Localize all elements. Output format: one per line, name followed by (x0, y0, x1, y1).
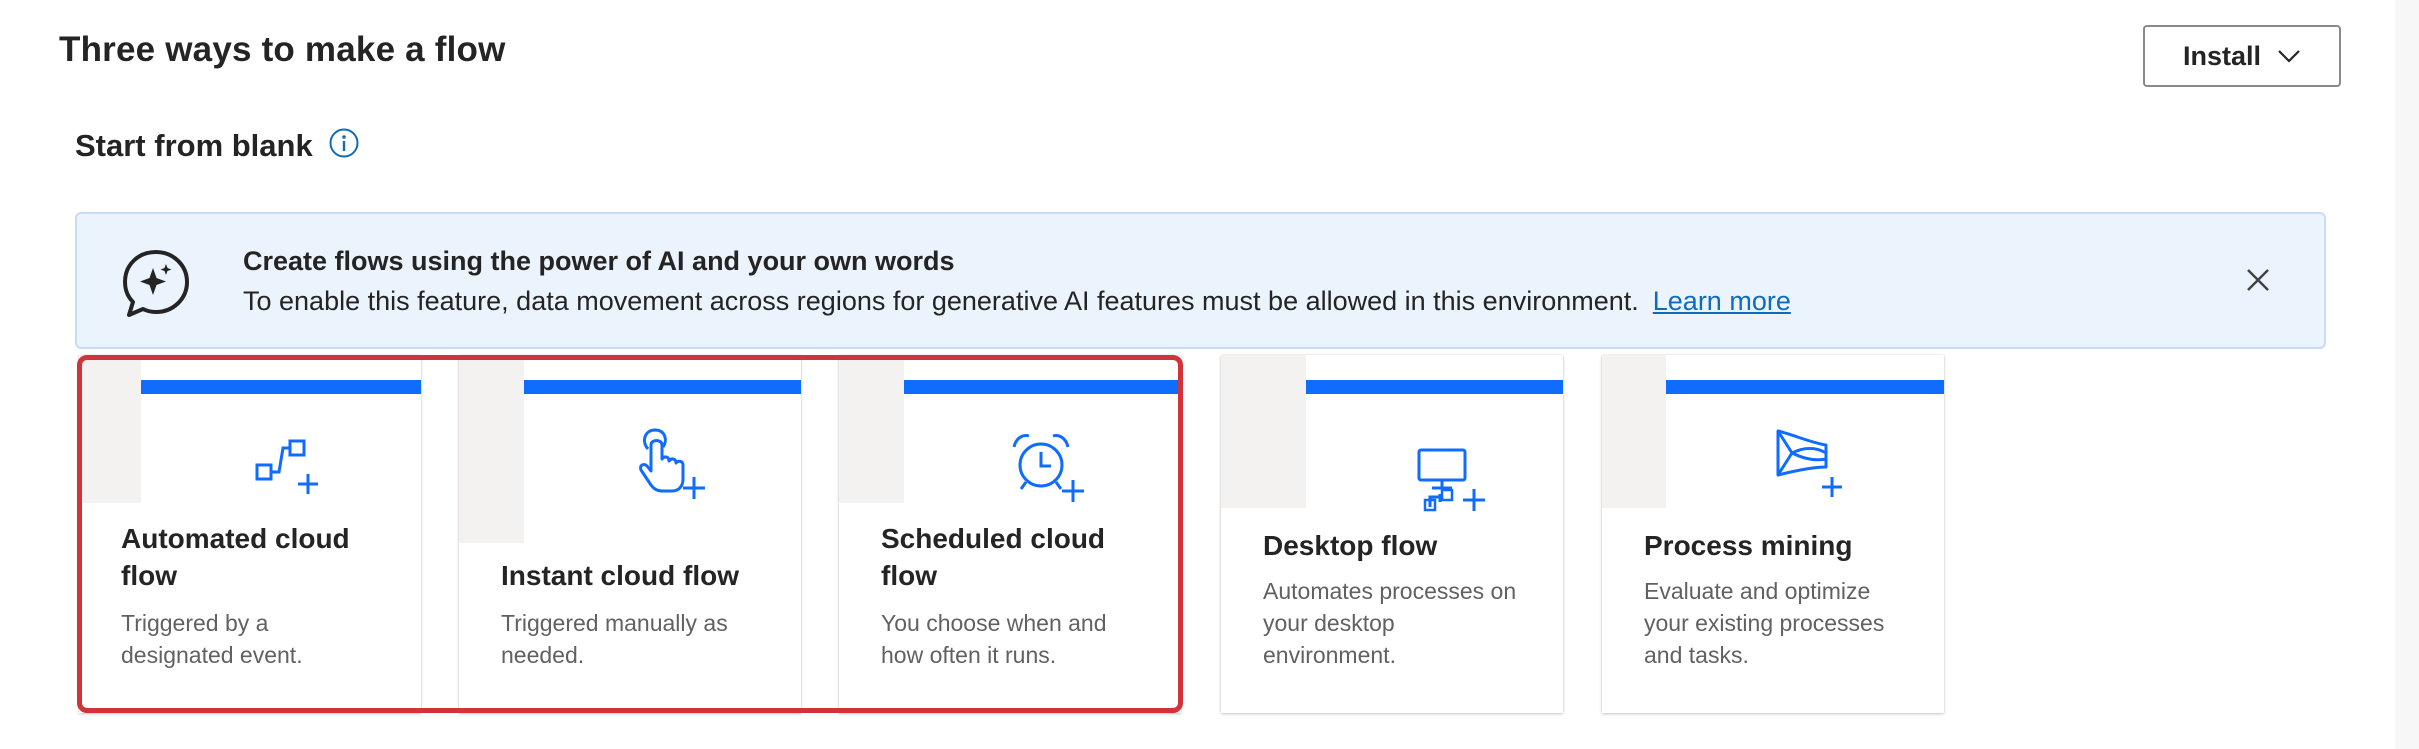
card-title-line: flow (121, 560, 177, 591)
card-desktop-flow[interactable]: Desktop flow Automates processes on your… (1221, 355, 1563, 713)
card-desc-line: how often it runs. (881, 642, 1057, 668)
card-title-line: flow (881, 560, 937, 591)
ai-banner: Create flows using the power of AI and y… (75, 212, 2326, 349)
card-desc-line: designated event. (121, 642, 303, 668)
card-desc-line: Triggered manually as (501, 610, 728, 636)
card-title-line: Instant cloud flow (501, 560, 739, 591)
card-title-line: Scheduled cloud (881, 523, 1106, 554)
learn-more-link[interactable]: Learn more (1653, 286, 1791, 316)
card-title: Instant cloud flow (501, 557, 771, 594)
scrollbar[interactable] (2395, 0, 2419, 749)
install-button[interactable]: Install (2143, 25, 2341, 87)
card-accent-bar (141, 380, 421, 394)
card-desc-line: needed. (501, 642, 585, 668)
card-description: You choose when and how often it runs. (881, 607, 1171, 671)
card-accent-bar (524, 380, 801, 394)
card-desc-line: Triggered by a (121, 610, 269, 636)
ai-banner-message: To enable this feature, data movement ac… (243, 286, 1639, 316)
card-desc-line: Automates processes on (1263, 578, 1517, 604)
info-icon[interactable] (328, 127, 360, 164)
card-description: Automates processes on your desktop envi… (1263, 575, 1553, 671)
card-desc-line: and tasks. (1644, 642, 1749, 668)
card-accent-bar (1306, 380, 1563, 394)
chevron-down-icon (2277, 49, 2301, 63)
card-title: Scheduled cloud flow (881, 520, 1151, 594)
card-desc-line: your desktop (1263, 610, 1395, 636)
card-title-line: Desktop flow (1263, 530, 1438, 561)
card-decoration (839, 355, 904, 503)
desktop-flow-icon (1416, 447, 1488, 518)
card-scheduled-cloud-flow[interactable]: Scheduled cloud flow You choose when and… (839, 355, 1181, 713)
card-desc-line: Evaluate and optimize (1644, 578, 1871, 604)
card-title: Desktop flow (1263, 527, 1533, 564)
card-description: Evaluate and optimize your existing proc… (1644, 575, 1934, 671)
card-description: Triggered by a designated event. (121, 607, 411, 671)
card-decoration (79, 355, 141, 503)
card-decoration (1221, 355, 1306, 508)
card-instant-cloud-flow[interactable]: Instant cloud flow Triggered manually as… (459, 355, 801, 713)
card-accent-bar (1666, 380, 1944, 394)
card-decoration (459, 355, 524, 543)
scheduled-flow-icon (1011, 431, 1087, 512)
card-title: Process mining (1644, 527, 1914, 564)
close-icon[interactable] (2244, 266, 2272, 299)
ai-banner-text: To enable this feature, data movement ac… (243, 286, 1791, 317)
card-description: Triggered manually as needed. (501, 607, 791, 671)
process-mining-icon (1774, 425, 1844, 506)
card-automated-cloud-flow[interactable]: Automated cloud flow Triggered by a desi… (79, 355, 421, 713)
page-title: Three ways to make a flow (59, 30, 506, 69)
card-desc-line: You choose when and (881, 610, 1107, 636)
card-title-line: Process mining (1644, 530, 1853, 561)
ai-banner-heading: Create flows using the power of AI and y… (243, 246, 955, 276)
install-button-label: Install (2182, 40, 2262, 71)
card-title-line: Automated cloud (121, 523, 350, 554)
section-title: Start from blank (75, 128, 313, 163)
card-accent-bar (904, 380, 1181, 394)
card-decoration (1602, 355, 1666, 508)
card-desc-line: your existing processes (1644, 610, 1885, 636)
instant-flow-icon (636, 427, 706, 510)
card-process-mining[interactable]: Process mining Evaluate and optimize you… (1602, 355, 1944, 713)
card-title: Automated cloud flow (121, 520, 391, 594)
automated-flow-icon (254, 435, 324, 510)
copilot-chat-icon (120, 247, 192, 324)
card-desc-line: environment. (1263, 642, 1396, 668)
